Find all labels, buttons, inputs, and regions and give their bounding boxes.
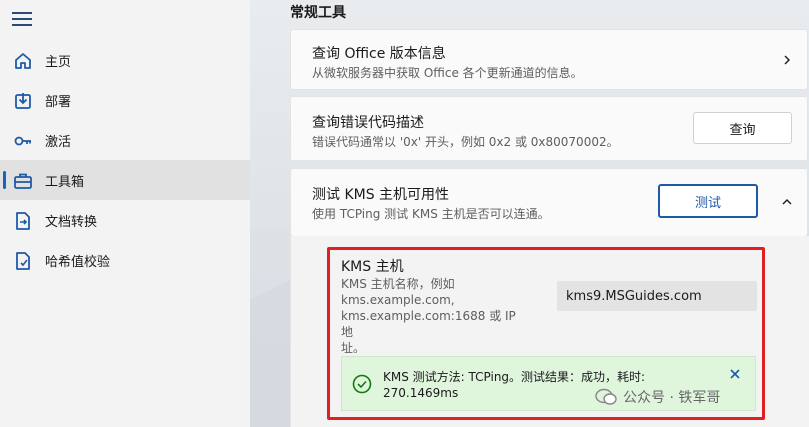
card-title: 查询 Office 版本信息: [312, 46, 446, 62]
home-icon: [15, 53, 31, 69]
hamburger-menu-icon[interactable]: [12, 12, 32, 28]
query-button[interactable]: 查询: [693, 112, 792, 144]
card-title: 查询错误代码描述: [312, 115, 424, 131]
key-icon: [14, 136, 31, 146]
sidebar: 主页 部署 激活 工具箱 文档转换 哈希值校验: [0, 0, 250, 427]
document-convert-icon: [16, 212, 30, 230]
desc-line: KMS 主机名称，例如: [341, 277, 455, 291]
sidebar-item-label: 部署: [45, 95, 72, 110]
section-title: 常规工具: [290, 5, 346, 21]
success-check-icon: [352, 374, 372, 394]
kms-test-card: 测试 KMS 主机可用性 使用 TCPing 测试 KMS 主机是否可以连通。 …: [290, 168, 808, 236]
card-title: 测试 KMS 主机可用性: [312, 187, 450, 203]
sidebar-item-label: 工具箱: [45, 175, 85, 190]
desc-line: kms.example.com,: [341, 293, 455, 307]
kms-host-title: KMS 主机: [341, 259, 404, 275]
sidebar-item-label: 激活: [45, 135, 72, 150]
card-description: 从微软服务器中获取 Office 各个更新通道的信息。: [312, 66, 583, 80]
toolbox-icon: [14, 173, 32, 189]
sidebar-item-deploy[interactable]: 部署: [0, 80, 250, 120]
close-icon[interactable]: [729, 368, 741, 380]
card-description: 使用 TCPing 测试 KMS 主机是否可以连通。: [312, 207, 550, 221]
test-button[interactable]: 测试: [658, 184, 758, 218]
kms-host-description: KMS 主机名称，例如 kms.example.com, kms.example…: [341, 276, 531, 356]
sidebar-item-activate[interactable]: 激活: [0, 120, 250, 160]
sidebar-item-hash-check[interactable]: 哈希值校验: [0, 240, 250, 280]
card-description: 错误代码通常以 '0x' 开头，例如 0x2 或 0x80070002。: [312, 135, 619, 149]
sidebar-item-document-convert[interactable]: 文档转换: [0, 200, 250, 240]
chevron-right-icon[interactable]: [781, 54, 793, 66]
sidebar-item-label: 主页: [45, 55, 72, 70]
sidebar-item-label: 文档转换: [45, 215, 98, 230]
sidebar-item-home[interactable]: 主页: [0, 40, 250, 80]
active-indicator: [3, 171, 6, 189]
error-code-card: 查询错误代码描述 错误代码通常以 '0x' 开头，例如 0x2 或 0x8007…: [290, 96, 808, 161]
watermark: 公众号 · 铁军哥: [595, 384, 720, 410]
desc-line: 址。: [341, 341, 366, 355]
desc-line: kms.example.com:1688 或 IP 地: [341, 309, 516, 339]
hash-check-icon: [16, 252, 30, 270]
office-version-card[interactable]: 查询 Office 版本信息 从微软服务器中获取 Office 各个更新通道的信…: [290, 29, 808, 90]
watermark-text: 公众号 · 铁军哥: [623, 390, 721, 406]
sidebar-item-toolbox[interactable]: 工具箱: [0, 160, 250, 200]
main-content: 常规工具 查询 Office 版本信息 从微软服务器中获取 Office 各个更…: [250, 0, 809, 427]
sidebar-item-label: 哈希值校验: [45, 255, 111, 270]
result-line: KMS 测试方法: TCPing。测试结果：成功，耗时:: [383, 370, 646, 384]
chevron-up-icon[interactable]: [781, 196, 793, 208]
kms-host-input[interactable]: [557, 281, 757, 311]
download-icon: [15, 93, 31, 109]
wechat-logo-icon: [595, 388, 617, 405]
